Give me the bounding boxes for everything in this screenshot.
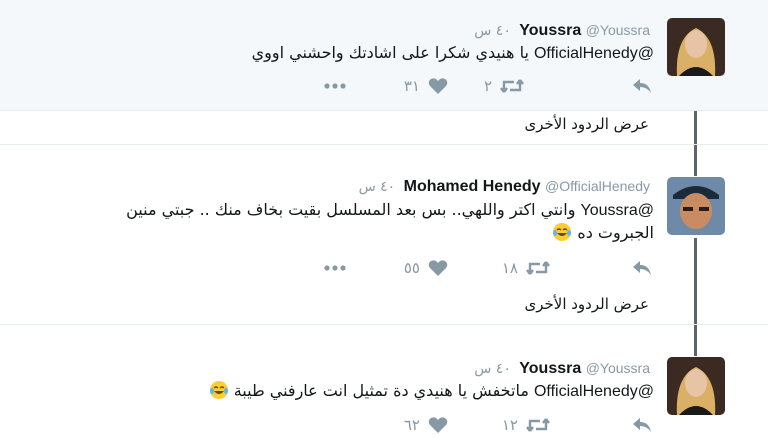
- display-name[interactable]: Youssra: [519, 22, 581, 39]
- tweet-body: ماتخفش يا هنيدي دة تمثيل انت عارفني طيبة: [233, 381, 529, 400]
- avatar[interactable]: [667, 357, 725, 415]
- reply-icon: [633, 418, 651, 432]
- show-more-replies-link[interactable]: عرض الردود الأخرى: [524, 295, 649, 313]
- like-count: ٥٥: [403, 259, 420, 277]
- display-name[interactable]: Mohamed Henedy: [404, 178, 541, 195]
- more-options-button[interactable]: [324, 257, 346, 279]
- mention-link[interactable]: @OfficialHenedy: [534, 383, 654, 400]
- mention-link[interactable]: @Youssra: [581, 202, 654, 219]
- tweet-text: @OfficialHenedy ماتخفش يا هنيدي دة تمثيل…: [209, 380, 654, 403]
- tweet[interactable]: Mohamed Henedy @OfficialHenedy ٤٠ س @You…: [0, 145, 768, 282]
- tweet-actions: ١٢ ٦٢: [320, 414, 660, 436]
- retweet-button[interactable]: ١٢: [502, 414, 550, 436]
- mention-link[interactable]: @OfficialHenedy: [534, 45, 654, 62]
- reply-button[interactable]: [632, 414, 652, 436]
- divider: [0, 110, 768, 111]
- tweet-text: @OfficialHenedy يا هنيدي شكرا على اشادتك…: [252, 42, 654, 65]
- more-options-button[interactable]: [324, 75, 346, 97]
- avatar[interactable]: [667, 177, 725, 235]
- timestamp[interactable]: ٤٠ س: [474, 361, 511, 377]
- like-count: ٦٢: [403, 416, 420, 434]
- like-count: ٣١: [403, 77, 420, 95]
- tweet-actions: ١٨ ٥٥: [320, 257, 660, 279]
- like-button[interactable]: ٣١: [404, 75, 448, 97]
- tweet[interactable]: Youssra @Youssra ٤٠ س @OfficialHenedy يا…: [0, 0, 768, 110]
- like-icon: [428, 417, 448, 433]
- tweet[interactable]: Youssra @Youssra ٤٠ س @OfficialHenedy ما…: [0, 325, 768, 438]
- user-handle[interactable]: @OfficialHenedy: [545, 178, 650, 194]
- retweet-count: ١٢: [501, 416, 518, 434]
- reply-button[interactable]: [632, 257, 652, 279]
- like-button[interactable]: ٦٢: [404, 414, 448, 436]
- reply-button[interactable]: [632, 75, 652, 97]
- retweet-button[interactable]: ١٨: [502, 257, 550, 279]
- retweet-count: ١٨: [501, 259, 518, 277]
- more-icon: [324, 83, 346, 89]
- retweet-count: ٢: [483, 77, 492, 95]
- tweet-header: Youssra @Youssra ٤٠ س: [474, 359, 654, 378]
- timestamp[interactable]: ٤٠ س: [359, 179, 396, 195]
- tweet-body: وانتي اكتر واللهي.. بس بعد المسلسل بقيت …: [126, 200, 576, 219]
- retweet-icon: [526, 261, 550, 275]
- reply-icon: [633, 261, 651, 275]
- tears-of-joy-emoji: [553, 223, 572, 241]
- retweet-icon: [526, 418, 550, 432]
- reply-icon: [633, 79, 651, 93]
- display-name[interactable]: Youssra: [519, 360, 581, 377]
- tweet-body: يا هنيدي شكرا على اشادتك واحشني اووي: [251, 43, 529, 62]
- tweet-header: Youssra @Youssra ٤٠ س: [474, 21, 654, 40]
- show-more-replies-link[interactable]: عرض الردود الأخرى: [524, 115, 649, 133]
- timestamp[interactable]: ٤٠ س: [474, 23, 511, 39]
- user-handle[interactable]: @Youssra: [586, 360, 650, 376]
- like-icon: [428, 260, 448, 276]
- tears-of-joy-emoji: [209, 381, 228, 399]
- tweet-header: Mohamed Henedy @OfficialHenedy ٤٠ س: [359, 177, 654, 196]
- tweet-actions: ٢ ٣١: [320, 75, 660, 97]
- more-icon: [324, 265, 346, 271]
- like-icon: [428, 78, 448, 94]
- avatar[interactable]: [667, 18, 725, 76]
- tweet-text: @Youssra وانتي اكتر واللهي.. بس بعد المس…: [54, 199, 654, 244]
- user-handle[interactable]: @Youssra: [586, 22, 650, 38]
- retweet-icon: [500, 79, 524, 93]
- tweet-body-line2: الجبروت ده: [577, 223, 654, 242]
- retweet-button[interactable]: ٢: [484, 75, 524, 97]
- like-button[interactable]: ٥٥: [404, 257, 448, 279]
